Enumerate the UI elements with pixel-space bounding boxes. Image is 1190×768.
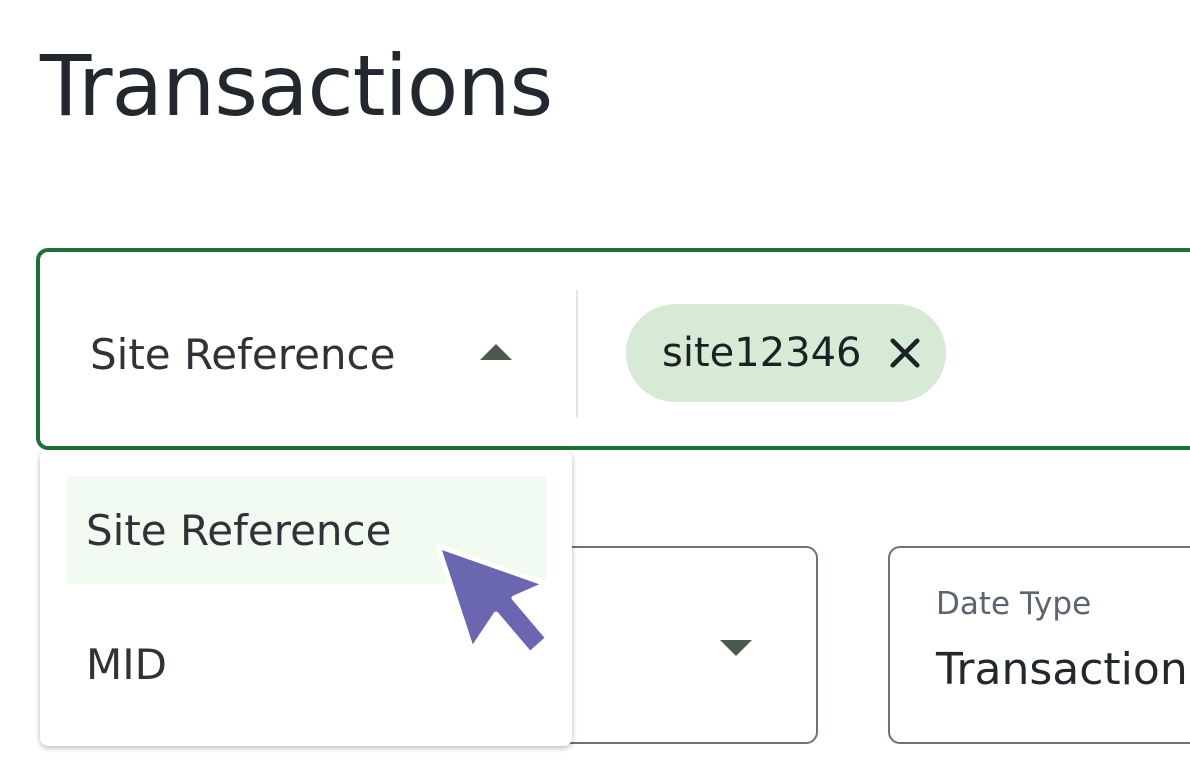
divider: [576, 290, 578, 418]
chevron-down-icon[interactable]: [720, 640, 752, 656]
date-type-value: Transaction: [936, 644, 1188, 695]
page-title: Transactions: [40, 37, 553, 135]
filter-chip-label: site12346: [662, 330, 862, 376]
field-selector-dropdown[interactable]: Site Reference: [90, 324, 512, 384]
caret-up-icon[interactable]: [480, 344, 512, 360]
mouse-cursor-icon: [435, 543, 551, 657]
date-type-label: Date Type: [936, 586, 1092, 622]
filter-chip: site12346: [626, 304, 946, 402]
page: Transactions Site Reference site12346 Da…: [0, 0, 1190, 768]
close-icon[interactable]: [884, 332, 926, 374]
search-filter-bar[interactable]: Site Reference site12346: [36, 248, 1190, 450]
field-selector-label: Site Reference: [90, 329, 396, 379]
date-type-select[interactable]: Date Type Transaction: [888, 546, 1190, 744]
